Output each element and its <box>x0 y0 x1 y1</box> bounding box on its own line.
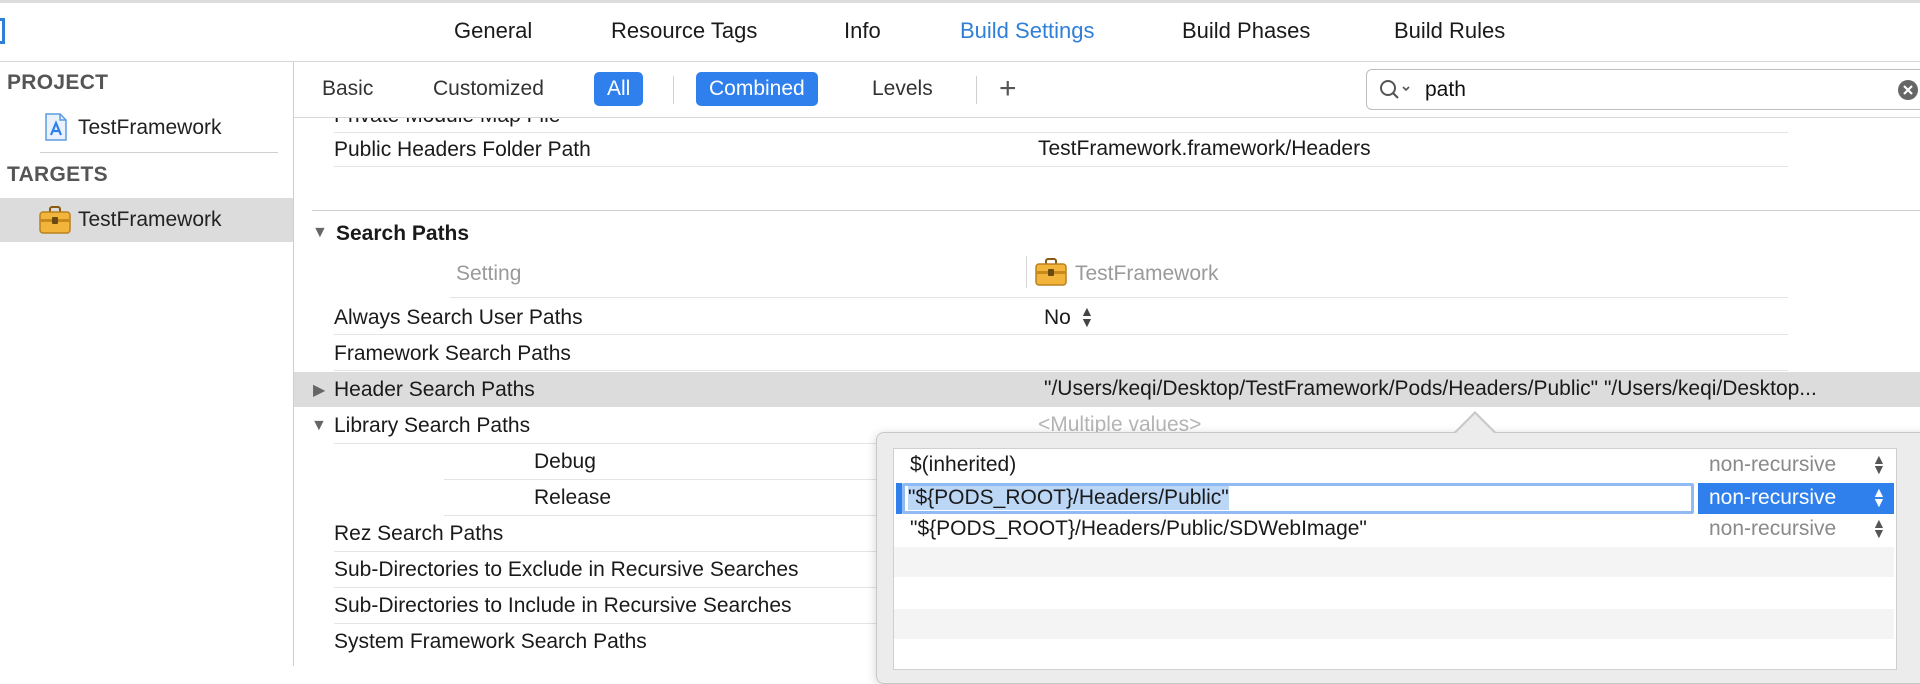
recursion-mode-value[interactable]: non-recursive <box>1709 486 1836 510</box>
subdirs-include-label: Sub-Directories to Include in Recursive … <box>334 594 792 617</box>
public-headers-label: Public Headers Folder Path <box>334 138 591 161</box>
row-separator <box>334 132 1788 133</box>
filter-combined-button[interactable]: Combined <box>696 72 818 106</box>
path-list-row[interactable]: $(inherited) non-recursive ▲ ▼ <box>894 450 1894 481</box>
search-input[interactable] <box>1423 75 1847 105</box>
always-search-user-paths-value[interactable]: No <box>1044 306 1071 330</box>
section-separator <box>312 210 1920 211</box>
filter-customized-button[interactable]: Customized <box>420 72 557 106</box>
updown-chevron-icon[interactable]: ▲ ▼ <box>1872 516 1886 540</box>
public-headers-value[interactable]: TestFramework.framework/Headers <box>1038 137 1371 161</box>
sidebar-item-label: TestFramework <box>78 208 222 231</box>
recursion-mode-value[interactable]: non-recursive <box>1709 517 1836 541</box>
empty-list-row <box>894 609 1894 639</box>
sidebar-item-target[interactable]: TestFramework <box>0 198 293 242</box>
popover-arrow <box>1456 414 1494 433</box>
row-separator <box>334 334 1788 335</box>
sidebar-item-project[interactable]: TestFramework <box>0 106 293 150</box>
sidebar-separator <box>40 152 278 153</box>
tab-resource-tags[interactable]: Resource Tags <box>611 18 757 44</box>
tab-build-settings[interactable]: Build Settings <box>960 18 1095 44</box>
add-setting-button[interactable]: + <box>999 74 1017 104</box>
subdirs-exclude-label: Sub-Directories to Exclude in Recursive … <box>334 558 799 581</box>
path-value[interactable]: "${PODS_ROOT}/Headers/Public/SDWebImage" <box>910 517 1367 541</box>
framework-target-icon <box>1034 257 1068 292</box>
row-separator <box>334 370 1788 371</box>
framework-search-paths-label: Framework Search Paths <box>334 342 571 365</box>
tab-general[interactable]: General <box>454 18 532 44</box>
recursion-mode-value[interactable]: non-recursive <box>1709 453 1836 477</box>
disclosure-triangle-open-icon[interactable]: ▼ <box>311 417 327 435</box>
window-focus-indicator <box>0 18 5 44</box>
empty-list-row <box>894 547 1894 577</box>
filter-divider <box>673 76 674 104</box>
header-search-paths-value[interactable]: "/Users/keqi/Desktop/TestFramework/Pods/… <box>1044 377 1920 401</box>
window-top-edge <box>0 0 1920 3</box>
debug-config-label: Debug <box>534 450 596 473</box>
filter-basic-button[interactable]: Basic <box>309 72 386 106</box>
framework-target-icon <box>38 205 72 240</box>
search-field[interactable] <box>1366 69 1920 110</box>
project-section-header: PROJECT <box>7 71 109 94</box>
always-search-user-paths-label: Always Search User Paths <box>334 306 583 329</box>
header-search-paths-label: Header Search Paths <box>334 378 535 401</box>
path-value-editing[interactable]: "${PODS_ROOT}/Headers/Public" <box>908 486 1229 510</box>
path-list-row-selected[interactable]: "${PODS_ROOT}/Headers/Public" non-recurs… <box>894 483 1894 514</box>
search-icon <box>1379 79 1413 106</box>
filter-all-button[interactable]: All <box>594 72 644 106</box>
path-value[interactable]: $(inherited) <box>910 453 1016 477</box>
sidebar-item-label: TestFramework <box>78 116 222 139</box>
clear-search-icon[interactable] <box>1897 79 1919 106</box>
column-divider <box>1026 256 1027 288</box>
updown-chevron-icon[interactable]: ▲ ▼ <box>1080 304 1094 329</box>
updown-chevron-icon[interactable]: ▲ ▼ <box>1872 452 1886 476</box>
filter-levels-button[interactable]: Levels <box>859 72 946 106</box>
xcode-project-icon <box>43 112 69 147</box>
rez-search-paths-label: Rez Search Paths <box>334 522 504 545</box>
system-framework-search-paths-label: System Framework Search Paths <box>334 630 647 653</box>
row-separator <box>450 297 1788 298</box>
disclosure-triangle-closed-icon[interactable]: ▶ <box>313 380 325 400</box>
clipped-row: Private Module Map File <box>294 118 1920 136</box>
library-search-paths-label: Library Search Paths <box>334 414 531 437</box>
row-separator <box>334 166 1788 167</box>
tab-info[interactable]: Info <box>844 18 881 44</box>
tab-build-phases[interactable]: Build Phases <box>1182 18 1310 44</box>
private-module-map-label: Private Module Map File <box>334 118 560 128</box>
filter-divider <box>976 76 977 104</box>
path-list-row[interactable]: "${PODS_ROOT}/Headers/Public/SDWebImage"… <box>894 514 1894 545</box>
release-config-label: Release <box>534 486 612 509</box>
column-header-target: TestFramework <box>1075 262 1219 285</box>
updown-chevron-icon[interactable]: ▲ ▼ <box>1872 485 1886 509</box>
disclosure-triangle-open-icon[interactable]: ▼ <box>312 224 328 242</box>
column-header-setting: Setting <box>456 262 522 285</box>
tab-build-rules[interactable]: Build Rules <box>1394 18 1505 44</box>
search-paths-section-title: Search Paths <box>336 222 470 245</box>
targets-section-header: TARGETS <box>7 163 108 186</box>
